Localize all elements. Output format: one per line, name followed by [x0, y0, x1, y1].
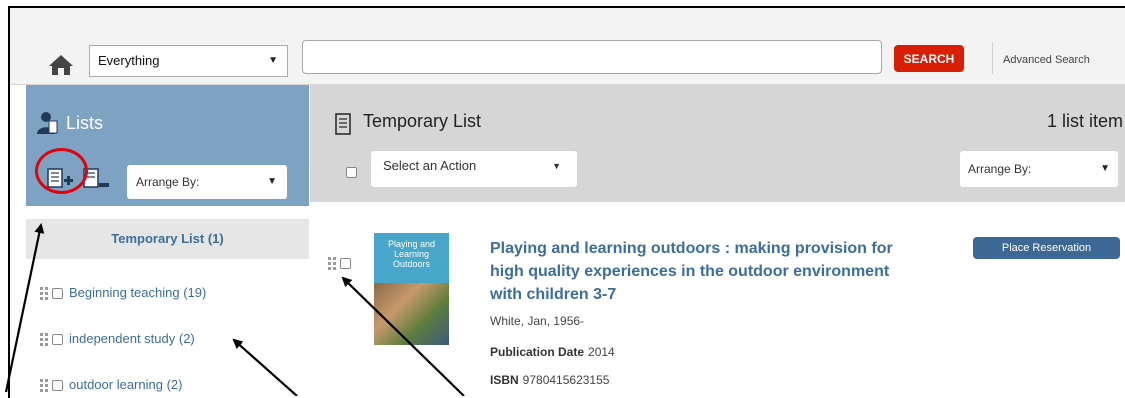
lists-icon — [37, 112, 58, 134]
select-all-checkbox[interactable] — [346, 167, 357, 178]
search-scope-select[interactable]: Everything ▼ — [89, 45, 288, 77]
main-arrange-label: Arrange By: — [968, 162, 1032, 176]
list-checkbox[interactable] — [52, 380, 63, 392]
place-reservation-button[interactable]: Place Reservation — [973, 237, 1120, 259]
list-header: Temporary List 1 list item Select an Act… — [310, 85, 1125, 202]
lists-title: Lists — [66, 113, 104, 133]
highlight-circle — [35, 148, 88, 194]
page-title: Temporary List — [363, 111, 482, 131]
drag-handle-icon[interactable] — [40, 332, 48, 347]
action-select[interactable]: Select an Action ▼ — [371, 151, 577, 187]
lists-sidebar-header: Lists Arrange By: ▼ — [26, 85, 309, 206]
divider — [992, 42, 993, 74]
list-icon — [335, 113, 351, 135]
main-arrange-select[interactable]: Arrange By: ▼ — [960, 151, 1118, 187]
book-cover-title: Playing and Learning Outdoors — [387, 239, 436, 269]
result-checkbox[interactable] — [340, 258, 351, 270]
sidebar-item-label: Beginning teaching (19) — [69, 285, 207, 300]
sidebar-arrange-label: Arrange By: — [136, 175, 200, 189]
sidebar-item-independent-study[interactable]: independent study (2) — [40, 327, 195, 351]
chevron-down-icon: ▼ — [552, 161, 561, 171]
chevron-down-icon: ▼ — [1100, 163, 1110, 174]
book-cover-photo — [374, 283, 449, 345]
sidebar-arrange-select[interactable]: Arrange By: ▼ — [127, 165, 287, 199]
lists-sidebar: Lists Arrange By: ▼ Temporary List (1) B… — [26, 85, 309, 398]
drag-handle-icon[interactable] — [328, 256, 336, 271]
result-title-link[interactable]: Playing and learning outdoors : making p… — [490, 237, 920, 306]
advanced-search-link[interactable]: Advanced Search — [1003, 54, 1090, 66]
chevron-down-icon: ▼ — [268, 55, 278, 66]
result-author: White, Jan, 1956- — [490, 314, 585, 328]
home-icon[interactable] — [48, 54, 74, 76]
publication-date-value: 2014 — [588, 345, 615, 359]
isbn-value: 9780415623155 — [522, 373, 610, 387]
list-item-count: 1 list item — [1046, 111, 1123, 131]
list-checkbox[interactable] — [52, 288, 63, 300]
result-publication-date: Publication Date 2014 — [490, 345, 615, 359]
isbn-label: ISBN — [490, 373, 519, 387]
chevron-down-icon: ▼ — [267, 176, 277, 187]
sidebar-item-label: outdoor learning (2) — [69, 377, 183, 392]
sidebar-item-label: independent study (2) — [69, 331, 195, 346]
book-cover[interactable]: Playing and Learning Outdoors — [374, 233, 449, 345]
action-select-label: Select an Action — [383, 158, 477, 173]
search-bar: Everything ▼ SEARCH Advanced Search — [10, 8, 1125, 85]
result-isbn: ISBN 9780415623155 — [490, 373, 609, 387]
sidebar-item-beginning-teaching[interactable]: Beginning teaching (19) — [40, 281, 206, 305]
list-checkbox[interactable] — [52, 334, 63, 346]
search-button[interactable]: SEARCH — [894, 45, 964, 72]
search-scope-value: Everything — [98, 53, 160, 68]
result-selector — [328, 255, 357, 273]
drag-handle-icon[interactable] — [40, 286, 48, 301]
sidebar-item-outdoor-learning[interactable]: outdoor learning (2) — [40, 373, 182, 397]
drag-handle-icon[interactable] — [40, 378, 48, 393]
search-input[interactable] — [302, 40, 882, 74]
publication-date-label: Publication Date — [490, 345, 585, 359]
sidebar-item-temporary-list[interactable]: Temporary List (1) — [26, 219, 309, 259]
list-content: Temporary List 1 list item Select an Act… — [310, 85, 1125, 398]
app-window: Everything ▼ SEARCH Advanced Search List… — [8, 6, 1125, 398]
